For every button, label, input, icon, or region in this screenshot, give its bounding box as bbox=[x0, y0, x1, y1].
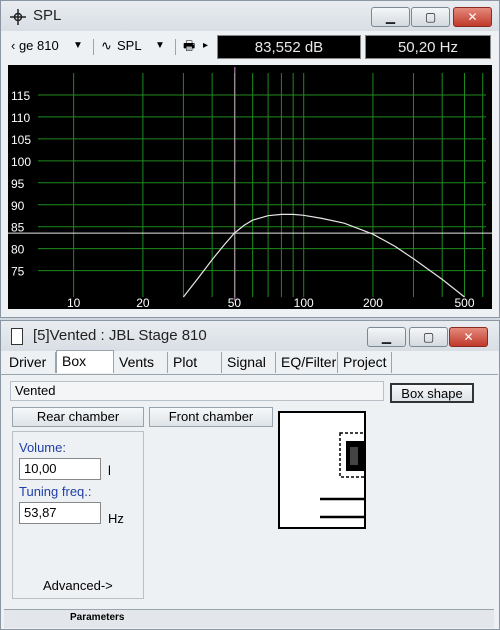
y-tick-label: 105 bbox=[11, 133, 31, 147]
box-tabs: Driver Box Vents Plot Signal EQ/Filter P… bbox=[0, 350, 498, 375]
driver-select[interactable]: ‹ ge 810 ▼ bbox=[7, 37, 87, 55]
volume-label: Volume: bbox=[19, 440, 66, 455]
y-tick-label: 80 bbox=[11, 243, 25, 257]
spl-readout: 83,552 dB bbox=[217, 35, 361, 59]
maximize-button[interactable]: ▢ bbox=[409, 327, 448, 347]
curve-select[interactable]: ∿ SPL ▼ bbox=[99, 37, 169, 55]
tab-box[interactable]: Box bbox=[56, 350, 114, 373]
driver-select-value: ‹ ge 810 bbox=[11, 38, 59, 53]
tab-project[interactable]: Project bbox=[338, 352, 392, 373]
close-button[interactable]: ✕ bbox=[449, 327, 488, 347]
y-tick-label: 95 bbox=[11, 177, 25, 191]
volume-input[interactable]: 10,00 bbox=[19, 458, 101, 480]
box-panel: Vented Box shape Rear chamber Front cham… bbox=[4, 375, 494, 605]
advanced-link[interactable]: Advanced-> bbox=[43, 578, 113, 593]
tab-driver[interactable]: Driver bbox=[4, 352, 56, 373]
wave-icon: ∿ bbox=[101, 38, 112, 53]
frequency-readout: 50,20 Hz bbox=[365, 35, 491, 59]
front-chamber-button[interactable]: Front chamber bbox=[149, 407, 273, 427]
print-button[interactable]: 🖶 ▸ bbox=[181, 37, 213, 55]
y-tick-label: 100 bbox=[11, 155, 31, 169]
tuning-freq-label: Tuning freq.: bbox=[19, 484, 92, 499]
x-tick-label: 100 bbox=[294, 296, 314, 309]
tab-signal[interactable]: Signal bbox=[222, 352, 276, 373]
status-bar: Parameters bbox=[4, 609, 494, 628]
x-tick-label: 10 bbox=[67, 296, 81, 309]
volume-unit: l bbox=[108, 463, 111, 478]
tuning-freq-unit: Hz bbox=[108, 511, 124, 526]
tab-vents[interactable]: Vents bbox=[114, 352, 168, 373]
printer-icon: 🖶 bbox=[183, 38, 196, 53]
minimize-button[interactable]: ▁ bbox=[371, 7, 410, 27]
chevron-down-icon: ▼ bbox=[73, 40, 83, 51]
spl-window: SPL ▁ ▢ ✕ ‹ ge 810 ▼ ∿ SPL ▼ 🖶 ▸ 83,552 … bbox=[0, 0, 500, 318]
chevron-down-icon: ▼ bbox=[155, 40, 165, 51]
maximize-button[interactable]: ▢ bbox=[411, 7, 450, 27]
toolbar-divider bbox=[93, 39, 94, 55]
y-tick-label: 75 bbox=[11, 265, 25, 279]
minimize-button[interactable]: ▁ bbox=[367, 327, 406, 347]
box-window-title: [5]Vented : JBL Stage 810 bbox=[33, 327, 207, 344]
tuning-freq-input[interactable]: 53,87 bbox=[19, 502, 101, 524]
close-button[interactable]: ✕ bbox=[453, 7, 492, 27]
tab-plot[interactable]: Plot bbox=[168, 352, 222, 373]
spl-titlebar[interactable]: SPL ▁ ▢ ✕ bbox=[1, 1, 499, 31]
parameters-group: Volume: 10,00 l Tuning freq.: 53,87 Hz A… bbox=[12, 431, 144, 599]
document-icon bbox=[11, 328, 23, 345]
toolbar-divider bbox=[175, 39, 176, 55]
box-diagram bbox=[278, 411, 366, 529]
box-shape-button[interactable]: Box shape bbox=[390, 383, 474, 403]
chevron-right-icon: ▸ bbox=[203, 40, 209, 51]
spl-plot[interactable]: 115 110 105 100 95 90 85 80 75 10 20 50 100 200 500 bbox=[8, 65, 492, 310]
y-tick-label: 115 bbox=[11, 89, 30, 103]
x-tick-label: 200 bbox=[363, 296, 383, 309]
box-titlebar[interactable]: [5]Vented : JBL Stage 810 ▁ ▢ ✕ bbox=[1, 321, 499, 351]
speaker-icon bbox=[320, 432, 364, 519]
curve-select-value: SPL bbox=[117, 38, 142, 53]
crosshair-icon bbox=[10, 9, 26, 25]
box-type-field[interactable]: Vented bbox=[10, 381, 384, 401]
y-tick-label: 90 bbox=[11, 199, 25, 213]
rear-chamber-button[interactable]: Rear chamber bbox=[12, 407, 144, 427]
spl-toolbar: ‹ ge 810 ▼ ∿ SPL ▼ 🖶 ▸ 83,552 dB 50,20 H… bbox=[1, 31, 499, 61]
x-tick-label: 20 bbox=[136, 296, 150, 309]
tab-eq-filter[interactable]: EQ/Filter bbox=[276, 352, 338, 373]
spl-window-title: SPL bbox=[33, 7, 62, 24]
x-tick-label: 500 bbox=[454, 296, 474, 309]
spl-chart: 115110105100959085807510 20 50 100 200 500 bbox=[8, 67, 492, 310]
status-parameters: Parameters bbox=[70, 612, 125, 623]
y-tick-label: 110 bbox=[11, 111, 30, 125]
